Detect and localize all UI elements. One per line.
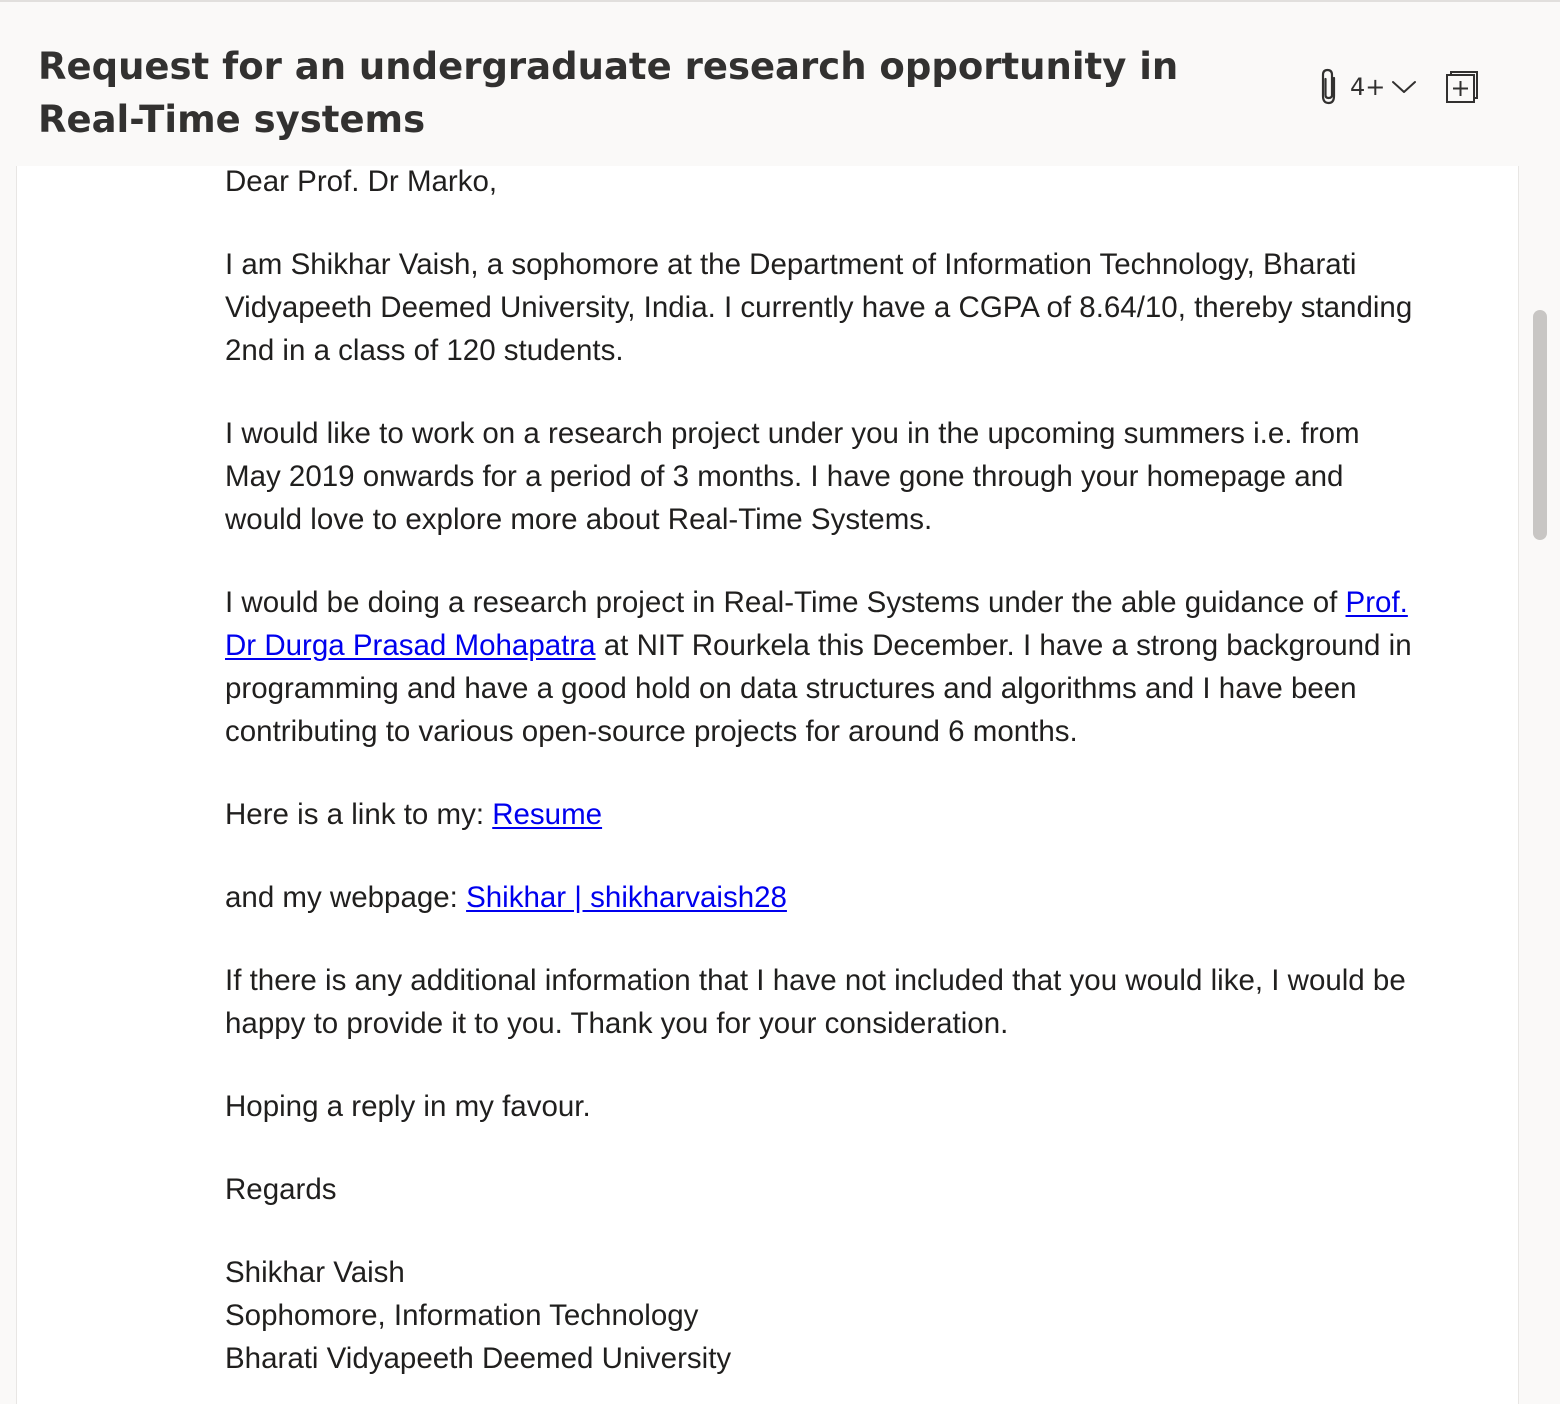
vertical-scrollbar[interactable] (1533, 310, 1547, 540)
webpage-line: and my webpage: Shikhar | shikharvaish28 (225, 876, 1415, 919)
email-reading-pane: Request for an undergraduate research op… (0, 0, 1560, 1404)
paragraph-additional-info: If there is any additional information t… (225, 964, 1406, 1040)
signature-university: Bharati Vidyapeeth Deemed University (225, 1342, 732, 1375)
paragraph-intro: I am Shikhar Vaish, a sophomore at the D… (225, 248, 1413, 367)
signature-title: Sophomore, Information Technology (225, 1299, 699, 1332)
attachments-button[interactable]: 4+ (1316, 64, 1417, 110)
email-header: Request for an undergraduate research op… (0, 0, 1560, 166)
message-body-panel: Dear Prof. Dr Marko, I am Shikhar Vaish,… (16, 165, 1519, 1404)
header-actions: 4+ (1316, 64, 1479, 110)
webpage-prefix: and my webpage: (225, 881, 467, 914)
resume-prefix: Here is a link to my: (225, 798, 493, 831)
signature-name: Shikhar Vaish (225, 1256, 405, 1289)
chevron-down-icon[interactable] (1391, 79, 1417, 95)
resume-link[interactable]: Resume (492, 798, 602, 831)
open-in-new-window-icon[interactable] (1445, 70, 1479, 104)
greeting: Dear Prof. Dr Marko, (225, 165, 498, 198)
closing-hope: Hoping a reply in my favour. (225, 1090, 591, 1123)
paragraph-request: I would like to work on a research proje… (225, 417, 1360, 536)
paragraph-background-start: I would be doing a research project in R… (225, 586, 1346, 619)
email-subject: Request for an undergraduate research op… (38, 45, 1179, 141)
message-body: Dear Prof. Dr Marko, I am Shikhar Vaish,… (225, 160, 1415, 1380)
paragraph-background: I would be doing a research project in R… (225, 581, 1415, 753)
resume-line: Here is a link to my: Resume (225, 793, 1415, 836)
attachment-count: 4+ (1350, 73, 1386, 101)
paperclip-icon (1316, 67, 1342, 107)
regards: Regards (225, 1173, 337, 1206)
webpage-link[interactable]: Shikhar | shikharvaish28 (466, 881, 787, 914)
